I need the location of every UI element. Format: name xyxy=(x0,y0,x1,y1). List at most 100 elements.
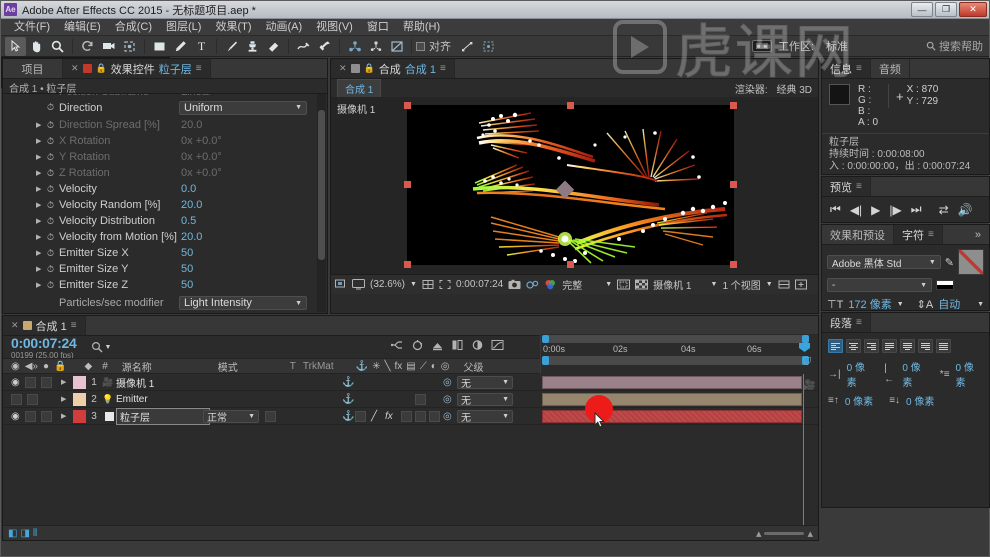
justify-last-center-button[interactable] xyxy=(900,339,915,353)
clone-stamp-tool-icon[interactable] xyxy=(242,37,263,56)
layer-name[interactable]: Emitter xyxy=(116,394,148,405)
disclosure-triangle-icon[interactable]: ▶ xyxy=(36,169,41,177)
time-ruler[interactable]: 0:00s 02s 04s 06s xyxy=(540,334,818,374)
solo-icon[interactable]: ● xyxy=(43,361,49,372)
layer-solo-toggle[interactable] xyxy=(40,376,52,388)
disclosure-triangle-icon[interactable]: ▶ xyxy=(36,265,41,273)
stopwatch-icon[interactable]: ⏱ xyxy=(47,216,54,227)
chevron-down-icon[interactable]: ▼ xyxy=(897,301,904,308)
tab-effects-presets[interactable]: 效果和预设 xyxy=(822,225,894,244)
timeline-graph-area[interactable]: 0:00s 02s 04s 06s ⛉ 🎥 xyxy=(540,334,818,530)
pixel-aspect-icon[interactable] xyxy=(778,279,790,290)
effect-property-value[interactable]: 0.0 xyxy=(181,183,196,195)
layer-visibility-toggle[interactable]: ◉ xyxy=(11,377,20,388)
bounding-box-handle[interactable] xyxy=(567,261,574,268)
motion-blur-icon[interactable] xyxy=(471,339,484,351)
stopwatch-icon[interactable]: ⏱ xyxy=(47,120,54,131)
views-count[interactable]: 1 个视图 xyxy=(722,277,760,292)
indent-first-value[interactable]: 0 像素 xyxy=(956,359,983,389)
quality-switch-icon[interactable]: ╲ xyxy=(384,361,390,372)
menu-item-animation[interactable]: 动画(A) xyxy=(259,19,310,36)
disclosure-triangle-icon[interactable]: ▶ xyxy=(36,201,41,209)
three-d-switch-icon[interactable]: ◎ xyxy=(441,361,450,372)
zoom-tool-icon[interactable] xyxy=(47,37,68,56)
chevron-down-icon[interactable]: ▼ xyxy=(410,281,417,288)
chevron-down-icon[interactable]: ▼ xyxy=(105,344,112,351)
bounding-box-handle[interactable] xyxy=(730,261,737,268)
menu-item-view[interactable]: 视图(V) xyxy=(309,19,360,36)
stopwatch-icon[interactable]: ⏱ xyxy=(47,280,54,291)
bounding-box-handle[interactable] xyxy=(404,261,411,268)
region-of-interest-icon[interactable] xyxy=(439,279,451,290)
work-area-start-handle[interactable] xyxy=(542,335,549,343)
effect-row[interactable]: ▶ ⏱ Velocity from Motion [%] 20.0 xyxy=(3,229,327,245)
composition-stage[interactable] xyxy=(404,102,737,268)
camera-marker-icon[interactable]: 🎥 xyxy=(803,380,816,393)
stopwatch-icon[interactable]: ⏱ xyxy=(47,248,54,259)
snap-checkbox[interactable] xyxy=(416,41,425,51)
time-navigator-bar[interactable] xyxy=(543,356,808,365)
align-right-button[interactable] xyxy=(864,339,879,353)
trkmat-header[interactable]: TrkMat xyxy=(303,361,334,372)
leading-value[interactable]: 自动 xyxy=(938,296,960,312)
effect-row[interactable]: ▶ ⏱ Velocity Random [%] 20.0 xyxy=(3,197,327,213)
layer-color-label[interactable] xyxy=(73,375,86,389)
disclosure-triangle-icon[interactable]: ▶ xyxy=(36,217,41,225)
channel-icon[interactable] xyxy=(544,279,557,290)
three-d-switch[interactable] xyxy=(415,393,426,405)
parent-header[interactable]: 父级 xyxy=(464,359,484,374)
search-icon[interactable] xyxy=(91,341,103,353)
motionblur-switch[interactable] xyxy=(415,410,426,422)
zoom-in-timeline-icon[interactable]: ▴ xyxy=(807,527,813,540)
minimize-button[interactable]: — xyxy=(911,2,933,17)
tab-paragraph[interactable]: 段落 ≡ xyxy=(822,313,871,332)
expand-collapse-icon[interactable]: ◨ xyxy=(20,528,29,539)
play-icon[interactable]: ▶ xyxy=(871,203,880,217)
audio-icon[interactable]: ◀» xyxy=(25,361,38,372)
effect-property-value[interactable]: Linear xyxy=(181,94,212,98)
layer-color-label[interactable] xyxy=(73,409,86,423)
workspace-value[interactable]: 标准 xyxy=(826,38,848,54)
adjustment-switch[interactable] xyxy=(429,410,440,422)
work-area-end-handle[interactable] xyxy=(802,335,809,343)
effect-property-list[interactable]: ⏱ Position Subframe Linear ⏱ Direction U… xyxy=(3,94,327,312)
stopwatch-icon[interactable]: ⏱ xyxy=(47,184,54,195)
layer-name[interactable]: 摄像机 1 xyxy=(116,375,154,390)
disclosure-triangle-icon[interactable]: ▶ xyxy=(36,281,41,289)
selection-tool-icon[interactable] xyxy=(5,36,26,56)
justify-all-button[interactable] xyxy=(936,339,951,353)
maximize-button[interactable]: ❐ xyxy=(935,2,957,17)
disclosure-triangle-icon[interactable]: ▶ xyxy=(61,412,73,420)
viewer-timecode[interactable]: 0:00:07:24 xyxy=(456,279,503,290)
composition-viewer[interactable]: 摄像机 1 xyxy=(331,97,818,274)
frameblend-switch-icon[interactable]: ▤ xyxy=(406,361,415,372)
resolution-icon[interactable] xyxy=(422,279,434,290)
previous-frame-icon[interactable]: ◀| xyxy=(850,203,862,217)
effect-property-value[interactable]: 0x +0.0° xyxy=(181,135,222,147)
zoom-out-timeline-icon[interactable]: ▴ xyxy=(756,527,762,540)
shy-switch-icon[interactable]: ⚓ xyxy=(342,394,354,405)
collapse-switch-icon[interactable]: ✳ xyxy=(372,361,380,372)
stopwatch-icon[interactable]: ⏱ xyxy=(47,200,54,211)
effect-property-value[interactable]: 20.0 xyxy=(181,199,202,211)
panel-menu-icon[interactable]: ≡ xyxy=(71,320,77,331)
disclosure-triangle-icon[interactable]: ▶ xyxy=(36,137,41,145)
eyedropper-icon[interactable]: ✎ xyxy=(945,256,954,269)
panel-menu-icon[interactable]: ≡ xyxy=(928,229,934,240)
chevron-down-icon[interactable]: ▼ xyxy=(605,281,612,288)
tab-character[interactable]: 字符 ≡ xyxy=(894,225,943,244)
navigator-start-handle[interactable] xyxy=(542,356,549,365)
collapse-switch[interactable] xyxy=(355,410,366,422)
adjustment-switch-icon[interactable]: ◐ xyxy=(431,361,437,372)
menu-item-effect[interactable]: 效果(T) xyxy=(208,19,258,36)
rotation-tool-icon[interactable] xyxy=(77,37,98,56)
renderer-info[interactable]: 渲染器: 经典 3D xyxy=(735,81,812,96)
workspace-switch-icon[interactable]: ▣▣ xyxy=(751,40,772,52)
effect-property-value[interactable]: 0.5 xyxy=(181,215,196,227)
layer-audio-toggle[interactable] xyxy=(24,376,36,388)
pen-tool-icon[interactable] xyxy=(170,37,191,56)
close-icon[interactable]: ✕ xyxy=(71,63,79,74)
brush-tool-icon[interactable] xyxy=(221,37,242,56)
layer-visibility-toggle[interactable] xyxy=(11,393,22,405)
mute-audio-icon[interactable]: 🔊 xyxy=(958,203,973,217)
